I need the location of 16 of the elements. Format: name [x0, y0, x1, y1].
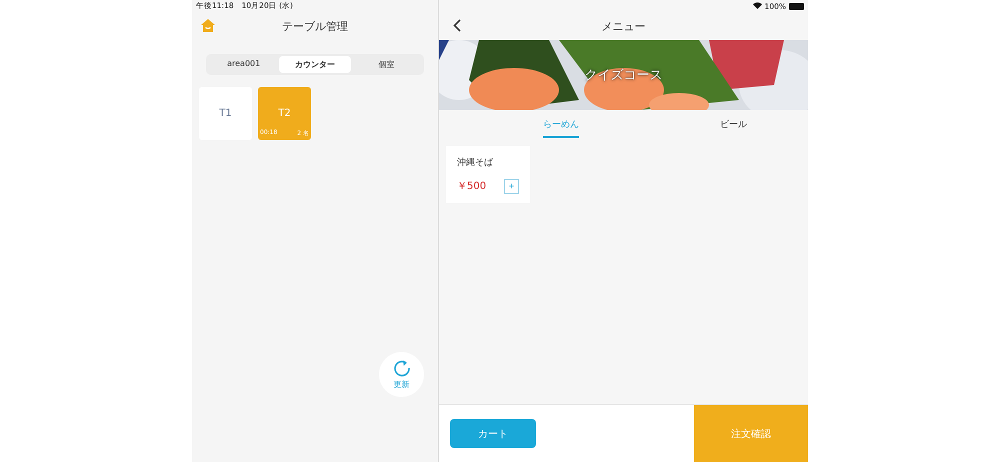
area-tab[interactable]: 個室	[350, 56, 422, 73]
screen-title: メニュー	[602, 18, 646, 34]
menu-item-card[interactable]: 沖縄そば ￥500 +	[446, 146, 530, 203]
table-name: T2	[278, 108, 291, 119]
screen-title: テーブル管理	[282, 18, 348, 34]
category-tab[interactable]: ビール	[659, 110, 808, 138]
refresh-button[interactable]: 更新	[379, 352, 424, 397]
add-button[interactable]: +	[504, 178, 519, 194]
category-tab[interactable]: らーめん	[543, 110, 579, 138]
area-tab[interactable]: カウンター	[279, 56, 351, 73]
area-tab[interactable]: area001	[208, 56, 280, 73]
item-name: 沖縄そば	[457, 156, 494, 168]
table-card[interactable]: T1	[199, 87, 252, 140]
item-price: ￥500	[457, 180, 486, 193]
cart-button[interactable]: カート	[450, 419, 536, 448]
table-name: T1	[219, 108, 232, 119]
